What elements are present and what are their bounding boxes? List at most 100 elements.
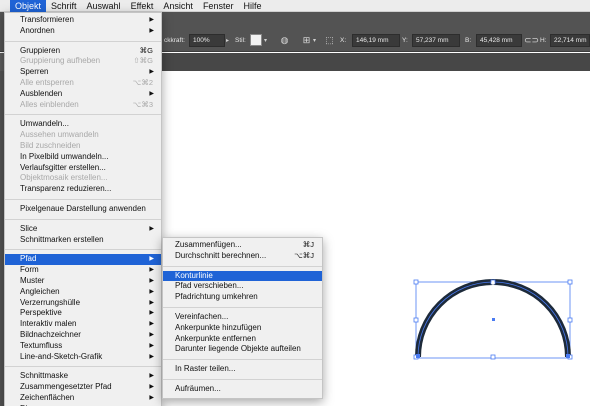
- menu-item-transparenz-reduzieren[interactable]: Transparenz reduzieren...: [5, 184, 161, 195]
- menu-separator: [5, 366, 161, 368]
- submenu-item-vereinfachen[interactable]: Vereinfachen...: [163, 312, 322, 323]
- menu-bar: Objekt Schrift Auswahl Effekt Ansicht Fenster…: [0, 0, 590, 12]
- style-dropdown-icon[interactable]: ▾: [264, 37, 267, 44]
- opacity-field[interactable]: 100%: [189, 34, 225, 47]
- submenu-item-pfadrichtung-umkehren[interactable]: Pfadrichtung umkehren: [163, 292, 322, 303]
- submenu-arrow-icon: ▶: [149, 353, 154, 360]
- menu-item-label: Pixelgenaue Darstellung anwenden: [20, 203, 146, 213]
- menu-item-perspektive[interactable]: Perspektive ▶: [5, 308, 161, 319]
- menu-item-label: Pfad: [20, 254, 37, 264]
- menu-item-label: Zusammengesetzter Pfad: [20, 382, 112, 392]
- menu-item-anordnen[interactable]: Anordnen ▶: [5, 26, 161, 37]
- opacity-dropdown-icon[interactable]: ▸: [226, 37, 229, 44]
- menu-item-label: Pfad verschieben...: [175, 281, 244, 291]
- menu-item-slice[interactable]: Slice ▶: [5, 224, 161, 235]
- submenu-item-in-raster-teilen[interactable]: In Raster teilen...: [163, 364, 322, 375]
- menu-item-label: Transparenz reduzieren...: [20, 184, 112, 194]
- menu-item-label: Ausblenden: [20, 88, 63, 98]
- menu-item-label: Gruppieren: [20, 45, 61, 55]
- menu-item-label: Line-and-Sketch-Grafik: [20, 351, 103, 361]
- menu-item-angleichen[interactable]: Angleichen ▶: [5, 287, 161, 298]
- align-dropdown-icon[interactable]: ▾: [313, 37, 316, 44]
- submenu-item-zusammenfuegen[interactable]: Zusammenfügen... ⌘J: [163, 240, 322, 251]
- submenu-item-durchschnitt-berechnen[interactable]: Durchschnitt berechnen... ⌥⌘J: [163, 251, 322, 262]
- submenu-arrow-icon: ▶: [149, 394, 154, 401]
- menu-item-label: Ankerpunkte hinzufügen: [175, 322, 262, 332]
- menu-separator: [5, 218, 161, 220]
- menu-item-label: Anordnen: [20, 25, 55, 35]
- menu-schrift[interactable]: Schrift: [46, 0, 82, 12]
- menu-item-label: Schnittmaske: [20, 371, 69, 381]
- menu-fenster[interactable]: Fenster: [198, 0, 239, 12]
- menu-item-form[interactable]: Form ▶: [5, 265, 161, 276]
- link-proportions-icon[interactable]: ⊂⊃: [524, 34, 539, 47]
- submenu-arrow-icon: ▶: [149, 310, 154, 317]
- menu-item-transformieren[interactable]: Transformieren ▶: [5, 15, 161, 26]
- submenu-item-pfad-verschieben[interactable]: Pfad verschieben...: [163, 281, 322, 292]
- menu-item-verlaufsgitter-erstellen[interactable]: Verlaufsgitter erstellen...: [5, 163, 161, 174]
- menu-item-gruppieren[interactable]: Gruppieren ⌘G: [5, 46, 161, 57]
- submenu-item-konturlinie[interactable]: Konturlinie: [163, 270, 322, 282]
- menu-item-pixelgenaue-darstellung-anwenden[interactable]: Pixelgenaue Darstellung anwenden: [5, 204, 161, 215]
- center-point: [492, 318, 495, 321]
- menu-item-muster[interactable]: Muster ▶: [5, 276, 161, 287]
- menu-separator: [163, 359, 322, 361]
- menu-item-aussehen-umwandeln: Aussehen umwandeln: [5, 130, 161, 141]
- menu-item-interaktiv-malen[interactable]: Interaktiv malen ▶: [5, 319, 161, 330]
- menu-item-bild-zuschneiden: Bild zuschneiden: [5, 141, 161, 152]
- menu-shortcut: ⌥⌘3: [132, 99, 153, 109]
- y-field[interactable]: 57,237 mm: [412, 34, 460, 47]
- menu-item-schnittmaske[interactable]: Schnittmaske ▶: [5, 371, 161, 382]
- menu-item-label: Gruppierung aufheben: [20, 56, 101, 66]
- selected-arc-shape[interactable]: [410, 272, 580, 364]
- width-field[interactable]: 45,428 mm: [476, 34, 522, 47]
- menu-item-textumfluss[interactable]: Textumfluss ▶: [5, 341, 161, 352]
- menu-shortcut: ⇧⌘G: [133, 56, 153, 66]
- menu-item-ausblenden[interactable]: Ausblenden ▶: [5, 89, 161, 100]
- x-field[interactable]: 146,19 mm: [352, 34, 400, 47]
- apple-menu-icon[interactable]: [0, 0, 10, 12]
- menu-item-pfad[interactable]: Pfad ▶: [5, 254, 161, 266]
- menu-item-label: In Raster teilen...: [175, 364, 236, 374]
- menu-item-label: Pfadrichtung umkehren: [175, 292, 258, 302]
- recolor-icon[interactable]: ◍: [278, 34, 291, 47]
- height-field[interactable]: 22,714 mm: [550, 34, 590, 47]
- menu-item-umwandeln[interactable]: Umwandeln...: [5, 119, 161, 130]
- menu-item-sperren[interactable]: Sperren ▶: [5, 67, 161, 78]
- submenu-item-ankerpunkte-hinzufuegen[interactable]: Ankerpunkte hinzufügen: [163, 323, 322, 334]
- menu-effekt[interactable]: Effekt: [126, 0, 159, 12]
- menu-item-alles-einblenden: Alles einblenden ⌥⌘3: [5, 100, 161, 111]
- menu-item-bildnachzeichner[interactable]: Bildnachzeichner ▶: [5, 330, 161, 341]
- menu-item-label: Ankerpunkte entfernen: [175, 333, 256, 343]
- b-icon: B:: [465, 37, 472, 44]
- menu-item-label: Bild zuschneiden: [20, 140, 81, 150]
- menu-hilfe[interactable]: Hilfe: [238, 0, 266, 12]
- transform-icon[interactable]: ⬚: [323, 34, 336, 47]
- menu-ansicht[interactable]: Ansicht: [158, 0, 198, 12]
- menu-item-label: Vereinfachen...: [175, 311, 229, 321]
- menu-shortcut: ⌥⌘2: [132, 77, 153, 87]
- submenu-arrow-icon: ▶: [149, 225, 154, 232]
- menu-auswahl[interactable]: Auswahl: [82, 0, 126, 12]
- menu-item-label: Konturlinie: [175, 270, 213, 280]
- h-icon: H:: [540, 37, 547, 44]
- menu-objekt[interactable]: Objekt: [10, 0, 47, 12]
- menu-item-zeichenflaechen[interactable]: Zeichenflächen ▶: [5, 393, 161, 404]
- menu-item-label: Transformieren: [20, 15, 74, 24]
- menu-item-line-and-sketch-grafik[interactable]: Line-and-Sketch-Grafik ▶: [5, 352, 161, 363]
- align-grid-icon[interactable]: ⊞: [300, 34, 313, 47]
- menu-item-zusammengesetzter-pfad[interactable]: Zusammengesetzter Pfad ▶: [5, 382, 161, 393]
- menu-item-label: Aussehen umwandeln: [20, 130, 99, 140]
- menu-item-label: Slice: [20, 223, 38, 233]
- menu-item-verzerrungshuelle[interactable]: Verzerrungshülle ▶: [5, 298, 161, 309]
- submenu-item-aufraeumen[interactable]: Aufräumen...: [163, 384, 322, 395]
- submenu-item-ankerpunkte-entfernen[interactable]: Ankerpunkte entfernen: [163, 334, 322, 345]
- menu-item-label: Bildnachzeichner: [20, 329, 81, 339]
- menu-item-in-pixelbild-umwandeln[interactable]: In Pixelbild umwandeln...: [5, 152, 161, 163]
- menu-item-schnittmarken-erstellen[interactable]: Schnittmarken erstellen: [5, 235, 161, 246]
- menu-separator: [5, 114, 161, 116]
- submenu-arrow-icon: ▶: [149, 299, 154, 306]
- menu-separator: [163, 378, 322, 380]
- submenu-item-darunter-liegende-objekte-aufteilen[interactable]: Darunter liegende Objekte aufteilen: [163, 344, 322, 355]
- style-swatch[interactable]: [250, 34, 262, 46]
